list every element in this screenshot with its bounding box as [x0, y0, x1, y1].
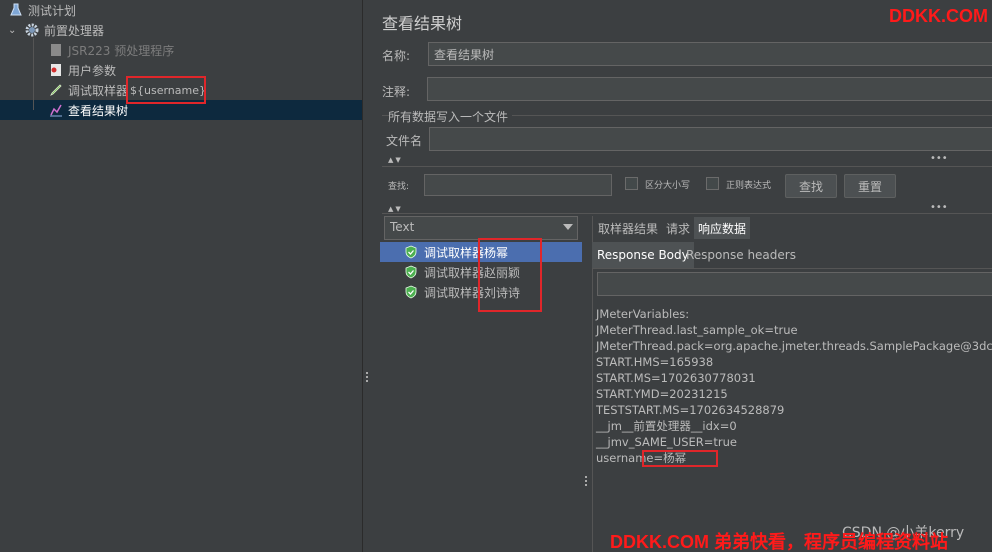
collapse-arrows-icon[interactable]: ▲▼ [388, 156, 403, 164]
response-line: TESTSTART.MS=1702634528879 [596, 403, 785, 417]
flask-icon [8, 2, 24, 18]
filename-field[interactable] [429, 127, 992, 151]
regex-checkbox[interactable] [706, 177, 719, 190]
section-divider [382, 166, 992, 167]
tree-label-preprocessor: 前置处理器 [44, 23, 105, 38]
tree-item-preprocessor[interactable]: ⌄ 前置处理器 [8, 20, 104, 40]
tab-response-headers[interactable]: Response headers [681, 242, 801, 268]
splitter-grip-icon[interactable] [585, 476, 588, 486]
success-shield-icon [405, 285, 417, 299]
tree-item-jsr223[interactable]: JSR223 预处理程序 [48, 40, 174, 60]
tab-request[interactable]: 请求 [662, 217, 694, 239]
chevron-down-icon [563, 224, 573, 230]
case-sensitive-label: 区分大小写 [645, 181, 691, 191]
find-button[interactable]: 查找 [785, 174, 837, 198]
main-splitter[interactable] [362, 0, 372, 552]
regex-label: 正则表达式 [726, 181, 772, 191]
gear-icon [24, 22, 40, 38]
results-splitter[interactable] [584, 216, 590, 552]
file-section-label: 所有数据写入一个文件 [388, 110, 509, 124]
tree-label-jsr223: JSR223 预处理程序 [68, 43, 175, 58]
search-input[interactable] [424, 174, 612, 196]
more-dots-icon[interactable]: ••• [930, 202, 948, 213]
response-line: JMeterVariables: [596, 307, 690, 321]
comment-label: 注释: [382, 85, 411, 99]
renderer-select-value: Text [390, 220, 415, 234]
tree-guide-line [33, 38, 34, 110]
response-body-text: JMeterVariables: JMeterThread.last_sampl… [596, 306, 992, 466]
success-shield-icon [405, 265, 417, 279]
response-line: START.MS=1702630778031 [596, 371, 756, 385]
tree-label-user-params: 用户参数 [68, 63, 117, 78]
name-field[interactable]: 查看结果树 [428, 42, 992, 66]
response-line: START.HMS=165938 [596, 355, 714, 369]
response-line: JMeterThread.pack=org.apache.jmeter.thre… [596, 339, 992, 353]
tab-underline [592, 268, 992, 269]
response-line: JMeterThread.last_sample_ok=true [596, 323, 798, 337]
tab-sampler-result[interactable]: 取样器结果 [594, 217, 662, 239]
section-divider [512, 115, 992, 116]
watermark-top: DDKK.COM [889, 6, 988, 26]
tree-item-user-params[interactable]: 用户参数 [48, 60, 116, 80]
annotation-box-username [126, 76, 206, 104]
response-search-input[interactable] [597, 272, 992, 296]
success-shield-icon [405, 245, 417, 259]
panel-title: 查看结果树 [382, 14, 463, 33]
name-label: 名称: [382, 49, 411, 63]
comment-field[interactable] [427, 77, 992, 101]
watermark-bottom: DDKK.COM 弟弟快看，程序员编程资料站 [610, 532, 948, 552]
chevron-down-icon[interactable]: ⌄ [8, 25, 20, 36]
tree-item-test-plan[interactable]: 测试计划 [8, 0, 76, 20]
tree-label-result-tree: 查看结果树 [68, 103, 129, 118]
annotation-box-username-value [642, 450, 718, 467]
response-line: START.YMD=20231215 [596, 387, 728, 401]
renderer-select[interactable]: Text [384, 216, 578, 240]
chart-icon [48, 102, 64, 118]
tab-response-body[interactable]: Response Body [592, 242, 694, 268]
script-icon [48, 42, 64, 58]
tree-label-test-plan: 测试计划 [28, 3, 77, 18]
collapse-arrows-icon[interactable]: ▲▼ [388, 205, 403, 213]
reset-button[interactable]: 重置 [844, 174, 896, 198]
splitter-grip-icon[interactable] [366, 372, 369, 382]
case-sensitive-checkbox[interactable] [625, 177, 638, 190]
annotation-box-names [478, 238, 542, 312]
user-params-icon [48, 62, 64, 78]
more-dots-icon[interactable]: ••• [930, 153, 948, 164]
response-line: __jm__前置处理器__idx=0 [596, 419, 737, 433]
tab-response-data[interactable]: 响应数据 [694, 217, 751, 239]
section-divider [382, 213, 992, 214]
pencil-icon [48, 82, 64, 98]
filename-label: 文件名 [386, 134, 423, 148]
tree-item-result-tree[interactable]: 查看结果树 [48, 100, 128, 120]
response-line: __jmv_SAME_USER=true [596, 435, 737, 449]
tree-label-debug-sampler: 调试取样器 [68, 83, 129, 98]
result-tree-panel: 查看结果树 DDKK.COM 名称: 查看结果树 注释: 所有数据写入一个文件 … [372, 0, 992, 552]
search-label: 查找: [388, 182, 410, 192]
test-plan-tree: 测试计划 ⌄ 前置处理器 JSR223 预处理程序 用户参数 调试取样器 ${u… [0, 0, 362, 552]
